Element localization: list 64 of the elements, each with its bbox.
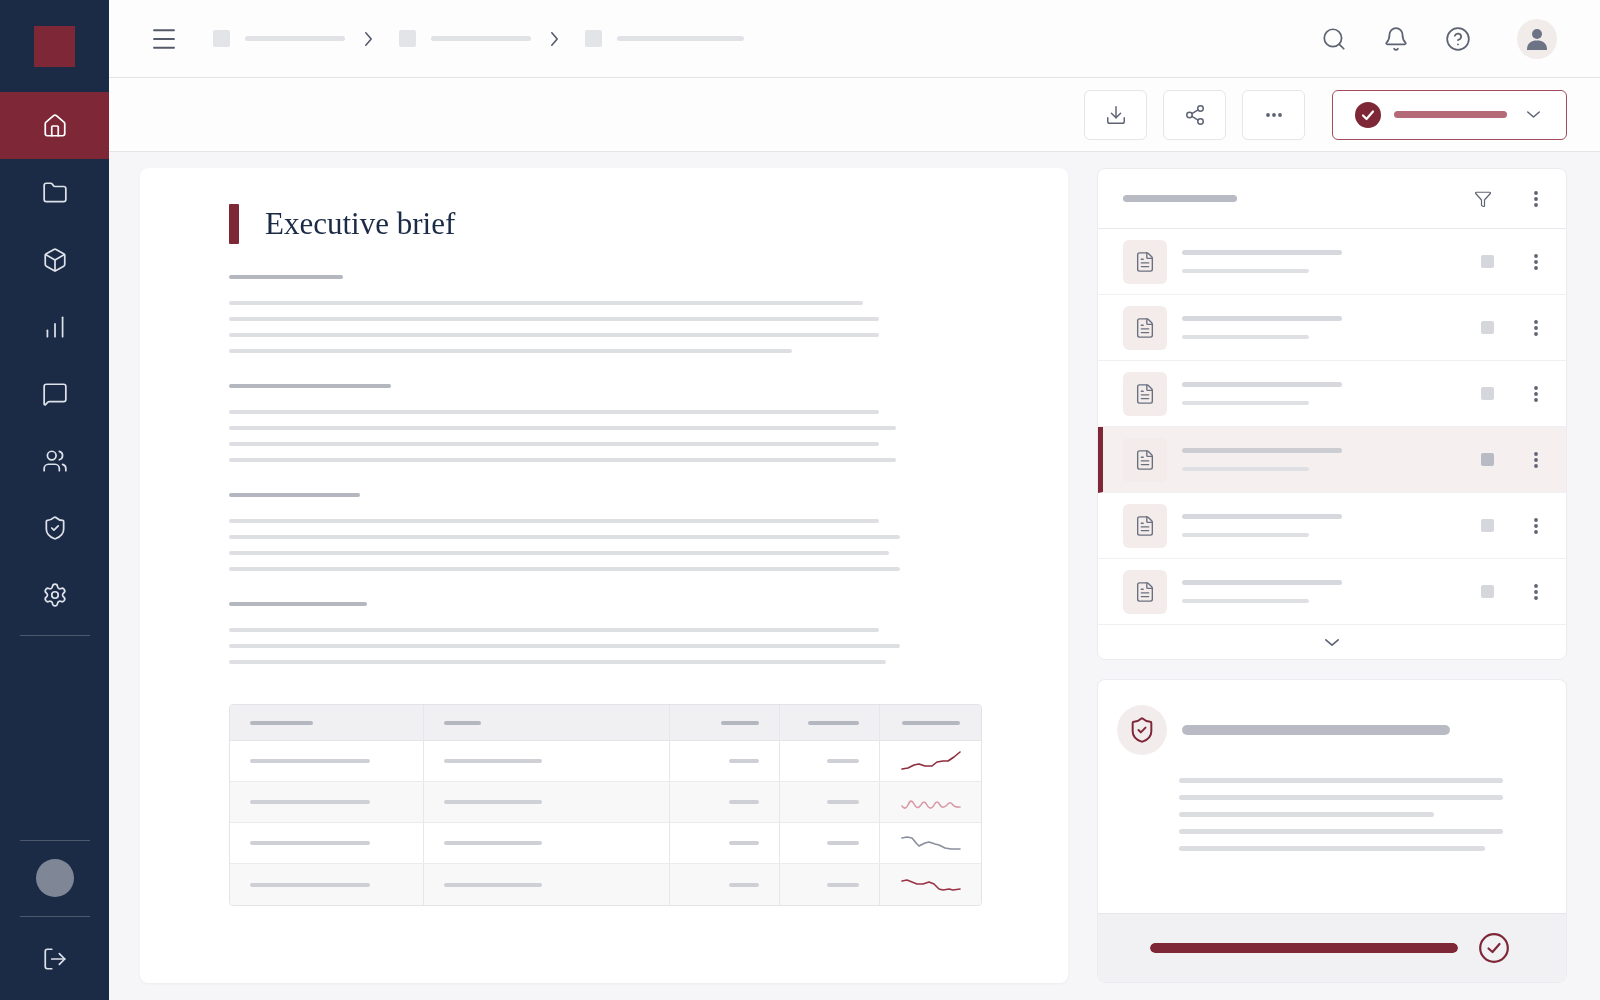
kebab-menu-icon[interactable]: [1534, 385, 1538, 402]
kebab-menu-icon[interactable]: [1534, 583, 1538, 600]
document-icon: [1123, 239, 1167, 284]
kebab-menu-icon[interactable]: [1534, 190, 1538, 207]
check-icon: [1355, 101, 1381, 128]
chat-icon: [41, 380, 68, 407]
home-icon: [41, 112, 68, 139]
download-icon: [1104, 103, 1127, 126]
placeholder-line: [901, 720, 960, 725]
download-button[interactable]: [1084, 89, 1147, 140]
status-dropdown[interactable]: [1332, 89, 1567, 140]
placeholder-line: [250, 720, 313, 725]
chevron-right-icon: [551, 31, 558, 46]
kebab-menu-icon[interactable]: [1534, 517, 1538, 534]
filter-icon[interactable]: [1474, 189, 1492, 208]
kebab-menu-icon[interactable]: [1534, 253, 1538, 270]
placeholder-square: [1481, 453, 1494, 466]
document-title: Executive brief: [265, 205, 456, 243]
document-icon: [1123, 569, 1167, 614]
kebab-menu-icon[interactable]: [1534, 319, 1538, 336]
placeholder-line: [444, 720, 481, 725]
placeholder-square: [1481, 585, 1494, 598]
placeholder-square: [585, 30, 602, 47]
search-icon[interactable]: [1321, 25, 1347, 52]
cube-icon: [41, 246, 68, 273]
avatar[interactable]: [1517, 18, 1557, 59]
placeholder-square: [213, 30, 230, 47]
shield-check-icon: [1117, 705, 1167, 755]
folder-icon: [41, 179, 68, 206]
help-icon[interactable]: [1445, 25, 1471, 52]
check-circle-icon: [1479, 933, 1509, 963]
placeholder-square: [1481, 255, 1494, 268]
bell-icon[interactable]: [1383, 25, 1409, 52]
placeholder-line: [729, 800, 759, 804]
placeholder-square: [1481, 387, 1494, 400]
share-icon: [1183, 103, 1206, 126]
placeholder-square: [1481, 321, 1494, 334]
placeholder-line: [827, 759, 859, 763]
accent-bar: [229, 204, 239, 244]
caret-icon: [1527, 111, 1540, 118]
placeholder-line: [827, 882, 859, 887]
placeholder-square: [399, 30, 416, 47]
expand-icon[interactable]: [1325, 638, 1339, 646]
settings-icon: [41, 581, 68, 608]
logout-icon[interactable]: [41, 945, 68, 972]
placeholder-line: [729, 841, 759, 845]
avatar[interactable]: [35, 859, 74, 897]
placeholder-line: [729, 759, 759, 763]
document-icon: [1123, 437, 1167, 482]
placeholder-line: [808, 720, 859, 725]
kebab-menu-icon[interactable]: [1534, 451, 1538, 468]
chevron-right-icon: [365, 31, 372, 46]
document-icon: [1123, 305, 1167, 350]
placeholder-line: [827, 841, 859, 845]
placeholder-square: [1481, 519, 1494, 532]
share-button[interactable]: [1163, 89, 1226, 140]
more-icon: [1265, 112, 1282, 117]
users-icon: [41, 447, 68, 474]
placeholder-line: [729, 882, 759, 887]
document-icon: [1123, 371, 1167, 416]
placeholder-line: [827, 800, 859, 804]
document-icon: [1123, 503, 1167, 548]
placeholder-line: [721, 720, 759, 725]
nav-item[interactable]: [0, 92, 109, 159]
